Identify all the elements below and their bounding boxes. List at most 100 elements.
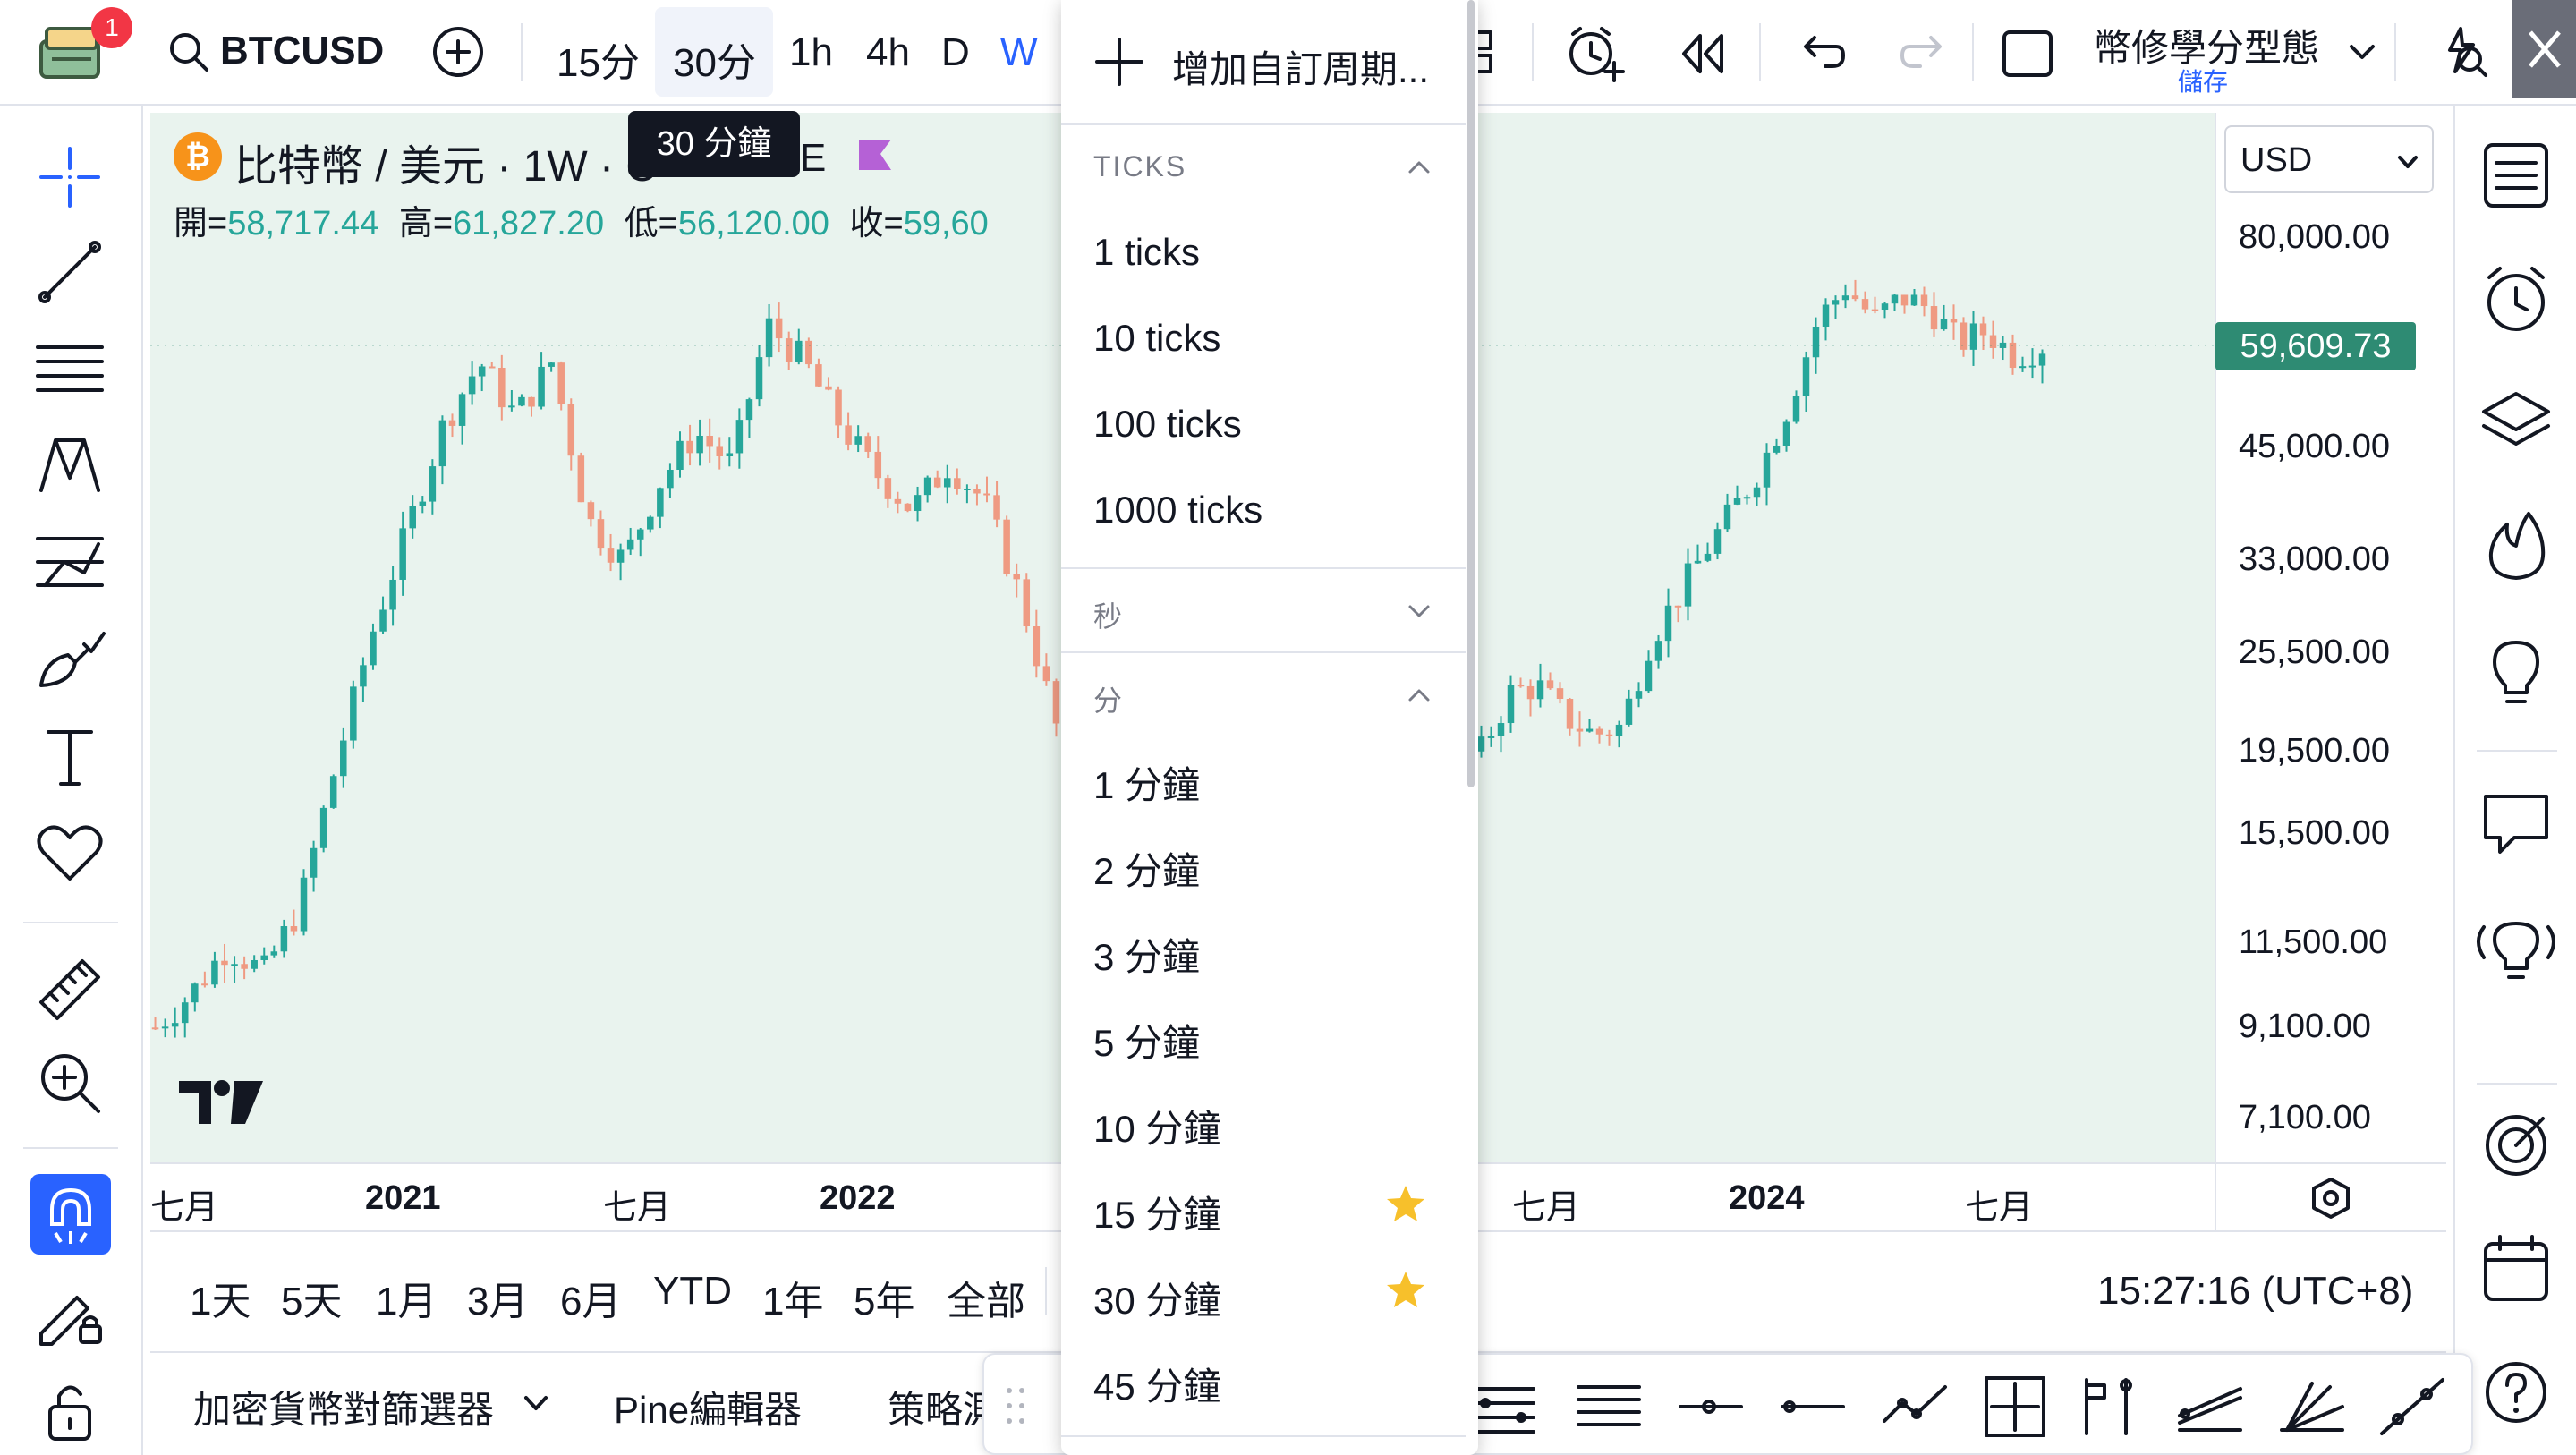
zoom-in-icon[interactable] [32, 1045, 107, 1120]
candle-body [2019, 366, 2027, 369]
chevron-up-icon[interactable] [1403, 678, 1435, 710]
target-icon[interactable] [2478, 1108, 2554, 1183]
chevron-up-icon[interactable] [1403, 150, 1435, 183]
alarm-clock-icon[interactable] [2478, 261, 2554, 336]
streams-icon[interactable] [2468, 906, 2564, 981]
horizontal-line-tool-icon[interactable] [1777, 1371, 1849, 1442]
range-6m[interactable]: 6月 [560, 1269, 621, 1326]
add-custom-interval[interactable]: 增加自訂周期... [1061, 0, 1466, 123]
range-1y[interactable]: 1年 [762, 1269, 823, 1326]
unlock-icon[interactable] [32, 1371, 107, 1446]
flag-icon[interactable] [855, 136, 895, 175]
lock-drawing-icon[interactable] [32, 1274, 107, 1349]
tab-crypto-screener[interactable]: 加密貨幣對篩選器 [193, 1380, 494, 1434]
replay-icon[interactable] [1675, 27, 1729, 81]
gann-tool-icon[interactable] [2276, 1371, 2348, 1442]
interval-w[interactable]: W [1000, 30, 1038, 75]
interval-option[interactable]: 30 分鐘 [1093, 1271, 1220, 1325]
chevron-down-icon[interactable] [2344, 34, 2380, 70]
text-icon[interactable] [32, 718, 107, 793]
path-tool-icon[interactable] [1879, 1371, 1951, 1442]
range-all[interactable]: 全部 [947, 1269, 1025, 1326]
dropdown-scrollbar[interactable] [1467, 0, 1475, 787]
interval-15m[interactable]: 15分 [557, 30, 640, 88]
watchlist-icon[interactable] [2478, 138, 2554, 213]
tab-strategy-tester[interactable]: 策略測 [888, 1380, 986, 1434]
chevron-down-icon[interactable] [521, 1389, 551, 1419]
cross-line-tool-icon[interactable] [1979, 1371, 2051, 1442]
section-seconds-header[interactable]: 秒 [1093, 594, 1124, 635]
tab-pine-editor[interactable]: Pine編輯器 [614, 1380, 802, 1434]
favorite-star-icon[interactable] [1385, 1183, 1426, 1224]
symbol-search[interactable]: BTCUSD [166, 23, 384, 81]
interval-option[interactable]: 1 分鐘 [1093, 755, 1200, 810]
currency-select[interactable]: USD [2224, 125, 2434, 193]
ideas-bulb-icon[interactable] [2478, 632, 2554, 707]
magnet-button[interactable] [30, 1174, 111, 1255]
axis-settings-icon[interactable] [2308, 1176, 2353, 1221]
candle-body [181, 1002, 189, 1024]
layers-icon[interactable] [2478, 385, 2554, 460]
range-ytd[interactable]: YTD [653, 1269, 732, 1314]
range-5y[interactable]: 5年 [854, 1269, 914, 1326]
interval-option[interactable]: 10 ticks [1093, 317, 1220, 360]
interval-d[interactable]: D [941, 30, 970, 75]
range-1m[interactable]: 1月 [376, 1269, 437, 1326]
range-5d[interactable]: 5天 [281, 1269, 342, 1326]
section-ticks-header[interactable]: TICKS [1093, 150, 1186, 183]
interval-option[interactable]: 15 分鐘 [1093, 1185, 1220, 1239]
clock[interactable]: 15:27:16 (UTC+8) [2097, 1269, 2413, 1314]
interval-option[interactable]: 45 分鐘 [1093, 1357, 1220, 1411]
current-price-tag[interactable]: 59,609.73 [2215, 322, 2416, 370]
chevron-down-icon[interactable] [1403, 594, 1435, 626]
regression-tool-icon[interactable] [2174, 1371, 2246, 1442]
interval-option[interactable]: 10 分鐘 [1093, 1099, 1220, 1153]
quick-search-icon[interactable] [2434, 23, 2491, 81]
fib-fan-tool-icon[interactable] [1467, 1371, 1539, 1442]
candle-body [657, 488, 664, 517]
legend-symbol-title-tail[interactable]: E [800, 136, 826, 181]
interval-option[interactable]: 2 分鐘 [1093, 841, 1200, 896]
calendar-icon[interactable] [2478, 1231, 2554, 1306]
extended-line-tool-icon[interactable] [2376, 1371, 2448, 1442]
drag-handle-icon[interactable] [1002, 1383, 1029, 1428]
redo-icon[interactable] [1897, 27, 1951, 81]
brush-icon[interactable] [32, 621, 107, 696]
alert-add-icon[interactable] [1564, 21, 1627, 84]
range-1d[interactable]: 1天 [190, 1269, 251, 1326]
interval-option[interactable]: 100 ticks [1093, 403, 1242, 446]
interval-option[interactable]: 1000 ticks [1093, 489, 1262, 532]
chat-icon[interactable] [2478, 784, 2554, 859]
compare-add-icon[interactable] [429, 23, 487, 81]
add-custom-interval-label: 增加自訂周期... [1172, 48, 1430, 90]
parallel-lines-tool-icon[interactable] [1573, 1371, 1645, 1442]
projection-icon[interactable] [32, 524, 107, 600]
ruler-icon[interactable] [32, 949, 107, 1024]
section-minutes-header[interactable]: 分 [1093, 678, 1124, 719]
price-label-tool-icon[interactable] [2074, 1371, 2146, 1442]
interval-4h[interactable]: 4h [866, 30, 910, 75]
heart-icon[interactable] [32, 814, 107, 889]
interval-option[interactable]: 3 分鐘 [1093, 927, 1200, 982]
undo-icon[interactable] [1795, 27, 1849, 81]
favorite-star-icon[interactable] [1385, 1269, 1426, 1310]
range-3m[interactable]: 3月 [467, 1269, 528, 1326]
help-icon[interactable] [2478, 1355, 2554, 1430]
tradingview-logo-icon[interactable] [179, 1077, 263, 1127]
crosshair-icon[interactable] [32, 140, 107, 215]
chart-type-icon[interactable] [1475, 25, 1501, 79]
notification-badge[interactable]: 1 [91, 7, 132, 48]
magnet-icon [50, 1187, 91, 1244]
interval-option[interactable]: 1 ticks [1093, 231, 1200, 274]
legend-symbol-title[interactable]: 比特幣 / 美元 · 1W · C [234, 131, 657, 193]
interval-option[interactable]: 5 分鐘 [1093, 1013, 1200, 1068]
pattern-icon[interactable] [32, 428, 107, 503]
interval-30m[interactable]: 30分 [673, 30, 756, 88]
fullscreen-close-button[interactable] [2512, 0, 2576, 98]
horizontal-ray-tool-icon[interactable] [1675, 1371, 1747, 1442]
layout-square-icon[interactable] [1999, 25, 2056, 82]
hotlist-flame-icon[interactable] [2478, 508, 2554, 583]
trend-line-icon[interactable] [32, 234, 107, 310]
fib-lines-icon[interactable] [32, 331, 107, 406]
interval-1h[interactable]: 1h [789, 30, 833, 75]
